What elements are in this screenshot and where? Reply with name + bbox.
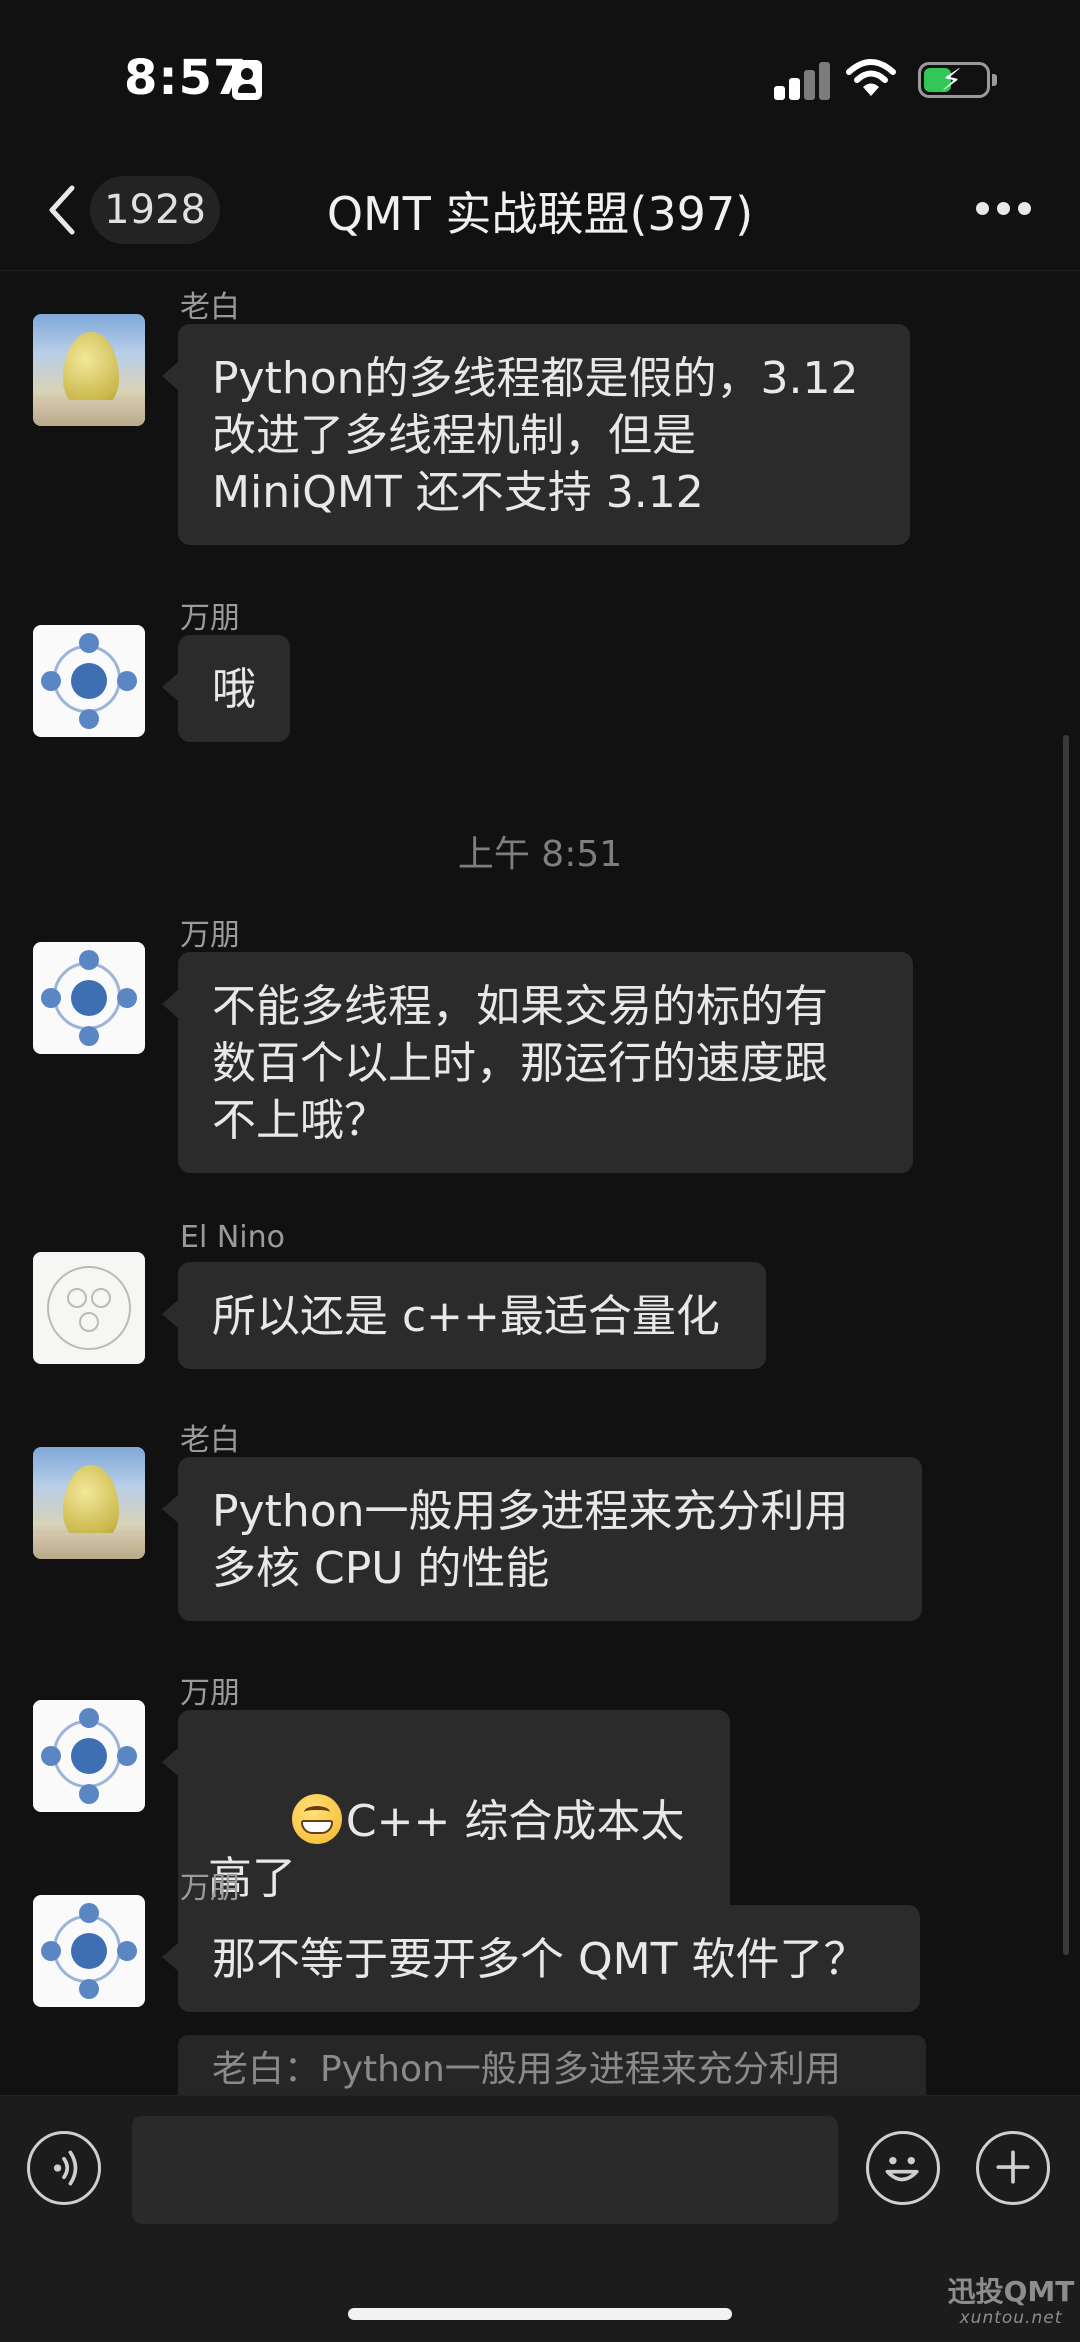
sender-name: 万朋 <box>180 1871 240 1906</box>
grinning-face-emoji <box>291 1794 342 1844</box>
scrollbar[interactable] <box>1063 735 1069 1955</box>
chat-header: 1928 QMT 实战联盟(397) <box>0 150 1080 271</box>
sender-name: 万朋 <box>180 918 240 953</box>
message-bubble[interactable]: Python一般用多进程来充分利用 多核 CPU 的性能 <box>162 1457 922 1621</box>
back-chevron-icon[interactable] <box>40 180 84 240</box>
more-options-icon[interactable] <box>976 202 1032 218</box>
diagram-avatar[interactable] <box>33 1895 145 2007</box>
cellular-signal-icon <box>774 60 832 100</box>
message-text: C++ 综合成本太高了 <box>208 1796 685 1904</box>
time-divider: 上午 8:51 <box>457 834 623 875</box>
message-list[interactable]: 老白 Python的多线程都是假的，3.12 改进了多线程机制，但是 MiniQ… <box>0 270 1080 2100</box>
diagram-avatar[interactable] <box>33 942 145 1054</box>
sender-name: 万朋 <box>180 1676 240 1711</box>
diagram-avatar[interactable] <box>33 1700 145 1812</box>
unread-count-badge[interactable]: 1928 <box>90 176 220 244</box>
emoji-picker-icon[interactable] <box>866 2131 940 2205</box>
message-bubble[interactable]: Python的多线程都是假的，3.12 改进了多线程机制，但是 MiniQMT … <box>162 324 910 545</box>
message-bubble[interactable]: 哦 <box>162 635 290 742</box>
watermark-url: xuntou.net <box>959 2308 1063 2328</box>
sender-name: 万朋 <box>180 601 240 636</box>
quoted-reply-preview[interactable]: 老白：Python一般用多进程来充分利用 <box>178 2035 926 2100</box>
battery-icon: ⚡ <box>918 62 997 98</box>
sender-name: 老白 <box>180 290 240 325</box>
sender-name: El Nino <box>180 1220 285 1255</box>
face-outline-avatar[interactable] <box>33 1252 145 1364</box>
contact-card-icon <box>232 60 262 100</box>
watermark-brand: 迅投QMT <box>947 2275 1075 2308</box>
status-time: 8:57 <box>124 50 248 106</box>
input-bar: 迅投QMT xuntou.net <box>0 2095 1080 2342</box>
message-input[interactable] <box>132 2116 838 2224</box>
add-attachment-icon[interactable] <box>976 2131 1050 2205</box>
charging-bolt-icon: ⚡ <box>941 63 963 98</box>
diagram-avatar[interactable] <box>33 625 145 737</box>
status-bar: 8:57 ⚡ <box>0 0 1080 150</box>
voice-input-icon[interactable] <box>27 2131 101 2205</box>
sender-name: 老白 <box>180 1423 240 1458</box>
fruit-photo-avatar[interactable] <box>33 314 145 426</box>
home-indicator[interactable] <box>348 2308 732 2320</box>
message-bubble[interactable]: 不能多线程，如果交易的标的有 数百个以上时，那运行的速度跟 不上哦？ <box>162 952 913 1173</box>
message-bubble[interactable]: 那不等于要开多个 QMT 软件了？ <box>162 1905 920 2012</box>
wifi-icon <box>846 59 896 96</box>
chat-title: QMT 实战联盟(397) <box>326 187 754 241</box>
watermark-logo: 迅投QMT xuntou.net <box>946 2275 1076 2329</box>
message-bubble[interactable]: 所以还是 c++最适合量化 <box>162 1262 766 1369</box>
fruit-photo-avatar[interactable] <box>33 1447 145 1559</box>
